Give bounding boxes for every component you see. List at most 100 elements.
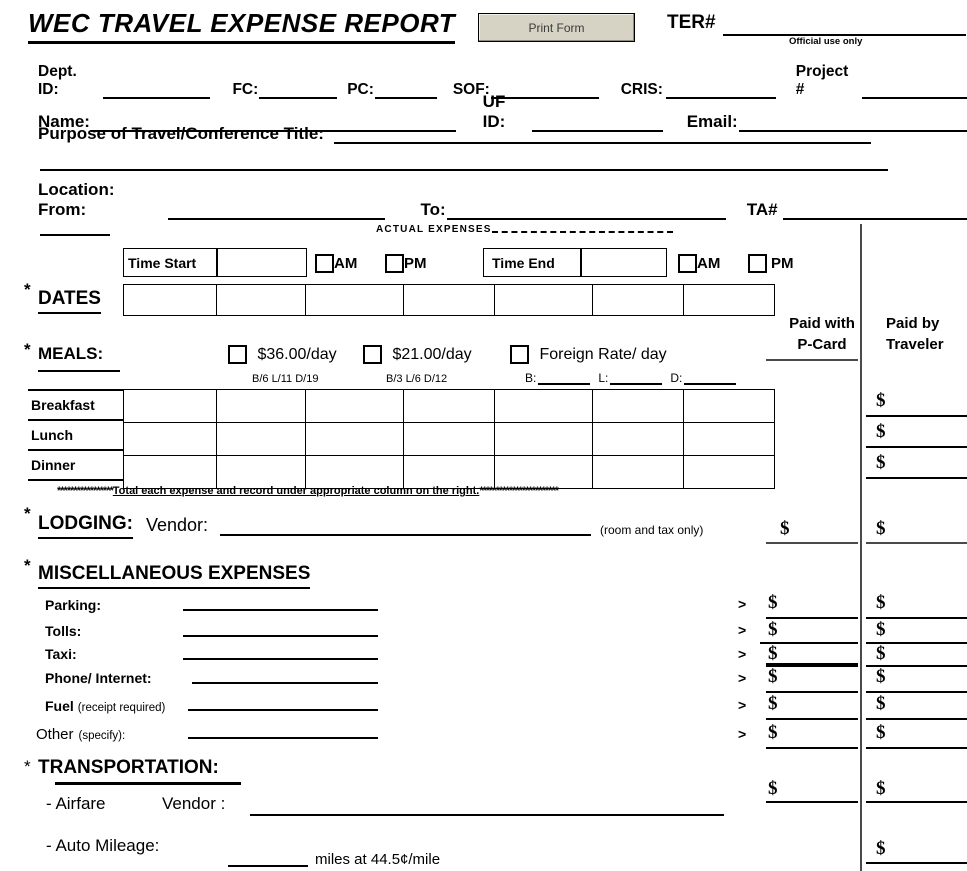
foreign-lunch-label: L:	[598, 371, 609, 385]
pm-checkbox-start[interactable]	[385, 254, 404, 273]
lodging-room-tax-note: (room and tax only)	[600, 523, 704, 537]
misc-pcard-dollar-fuel: $	[768, 693, 778, 714]
meals-cell[interactable]	[305, 389, 404, 423]
meals-cell[interactable]	[305, 422, 404, 456]
airfare-vendor-label: Vendor :	[162, 794, 226, 813]
meals-cell[interactable]	[592, 455, 684, 489]
actual-expenses-dash-rule	[492, 231, 673, 233]
total-each-expense-note: ***************** Total each expense and…	[57, 485, 559, 497]
print-form-button[interactable]: Print Form	[478, 13, 635, 42]
meals-cell[interactable]	[494, 389, 593, 423]
misc-arrow-parking: >	[738, 596, 747, 612]
misc-input-fuel[interactable]	[188, 709, 378, 711]
meals-cell[interactable]	[216, 389, 306, 423]
dates-cell[interactable]	[123, 284, 217, 316]
dates-cell[interactable]	[494, 284, 593, 316]
meals-cell[interactable]	[123, 422, 217, 456]
dates-cell[interactable]	[305, 284, 404, 316]
dates-table	[123, 284, 775, 316]
meals-option-21-group[interactable]: $21.00/day	[363, 345, 472, 364]
misc-input-other[interactable]	[188, 737, 378, 739]
dates-cell[interactable]	[683, 284, 775, 316]
misc-arrow-taxi: >	[738, 646, 747, 662]
misc-traveler-dollar-taxi: $	[876, 643, 886, 664]
purpose-input[interactable]	[333, 142, 871, 144]
time-start-input[interactable]	[218, 249, 307, 276]
misc-arrow-tolls: >	[738, 622, 747, 638]
meals-option-21-sub: B/3 L/6 D/12	[386, 373, 448, 385]
auto-mileage-traveler-dollar: $	[876, 838, 886, 859]
foreign-breakfast-input[interactable]	[538, 383, 591, 385]
meals-table	[123, 389, 775, 489]
meals-option-36-checkbox[interactable]	[228, 345, 247, 364]
pm-checkbox-start-group[interactable]: PM	[385, 254, 427, 273]
meals-cell[interactable]	[305, 455, 404, 489]
auto-mileage-miles-input[interactable]	[228, 865, 308, 867]
foreign-breakfast-label: B:	[525, 371, 537, 385]
misc-pcard-dollar-other: $	[768, 722, 778, 743]
meals-cell[interactable]	[494, 455, 593, 489]
misc-arrow-phone-internet: >	[738, 670, 747, 686]
am-checkbox-start[interactable]	[315, 254, 334, 273]
meals-cell[interactable]	[123, 389, 217, 423]
misc-traveler-dollar-tolls: $	[876, 619, 886, 640]
foreign-lunch-input[interactable]	[610, 383, 663, 385]
auto-mileage-traveler-rule	[866, 862, 967, 864]
am-checkbox-end[interactable]	[678, 254, 697, 273]
dates-cell[interactable]	[403, 284, 495, 316]
location-from-input[interactable]	[167, 218, 385, 220]
meals-cell[interactable]	[403, 455, 495, 489]
meals-option-foreign-checkbox[interactable]	[510, 345, 529, 364]
pm-checkbox-end[interactable]	[748, 254, 767, 273]
pm-checkbox-end-group[interactable]: PM	[748, 254, 794, 273]
meals-cell[interactable]	[683, 389, 775, 423]
paid-by-traveler-header-line2: Traveler	[886, 336, 944, 353]
paid-with-pcard-header-line1: Paid with	[789, 315, 855, 332]
am-checkbox-end-group[interactable]: AM	[678, 254, 720, 273]
misc-suffix-fuel: (receipt required)	[77, 702, 166, 714]
meals-cell[interactable]	[592, 389, 684, 423]
misc-input-taxi[interactable]	[183, 658, 378, 660]
auto-mileage-label: - Auto Mileage:	[46, 836, 160, 855]
dates-cell[interactable]	[216, 284, 306, 316]
foreign-dinner-input[interactable]	[684, 383, 737, 385]
meals-cell[interactable]	[592, 422, 684, 456]
actual-expenses-left-rule	[40, 224, 110, 236]
time-end-box: Time End	[483, 248, 667, 277]
meals-cell[interactable]	[403, 422, 495, 456]
meals-option-foreign-group[interactable]: Foreign Rate/ day	[510, 345, 667, 364]
meals-labels-rule-2	[28, 449, 123, 451]
misc-label-parking: Parking:	[45, 597, 102, 613]
airfare-traveler-dollar: $	[876, 778, 886, 799]
meals-cell[interactable]	[683, 422, 775, 456]
dates-cell[interactable]	[592, 284, 684, 316]
misc-label-fuel-group: Fuel (receipt required)	[45, 698, 165, 714]
am-label-start: AM	[334, 255, 358, 272]
meals-cell[interactable]	[216, 455, 306, 489]
am-checkbox-start-group[interactable]: AM	[315, 254, 357, 273]
misc-arrow-other: >	[738, 726, 747, 742]
meals-option-21-checkbox[interactable]	[363, 345, 382, 364]
meals-option-36-group[interactable]: $36.00/day	[228, 345, 337, 364]
meals-cell[interactable]	[494, 422, 593, 456]
misc-input-phone-internet[interactable]	[192, 682, 378, 684]
meals-required-star: *	[24, 340, 31, 359]
ta-number-input[interactable]	[782, 218, 967, 220]
meals-cell[interactable]	[123, 455, 217, 489]
purpose-input-line2[interactable]	[40, 169, 888, 171]
misc-traveler-dollar-parking: $	[876, 592, 886, 613]
purpose-row: Purpose of Travel/Conference Title:	[38, 124, 967, 144]
meals-cell[interactable]	[683, 455, 775, 489]
airfare-vendor-input[interactable]	[250, 814, 724, 816]
meals-cell[interactable]	[403, 389, 495, 423]
lodging-vendor-input[interactable]	[220, 534, 591, 536]
meals-traveler-dollar-lunch: $	[876, 421, 886, 442]
misc-traveler-dollar-fuel: $	[876, 693, 886, 714]
am-label-end: AM	[697, 255, 721, 272]
misc-input-parking[interactable]	[183, 609, 378, 611]
location-to-input[interactable]	[446, 218, 726, 220]
meals-cell[interactable]	[216, 422, 306, 456]
time-end-input[interactable]	[582, 249, 667, 276]
misc-pcard-dollar-phone-internet: $	[768, 666, 778, 687]
misc-input-tolls[interactable]	[183, 635, 378, 637]
